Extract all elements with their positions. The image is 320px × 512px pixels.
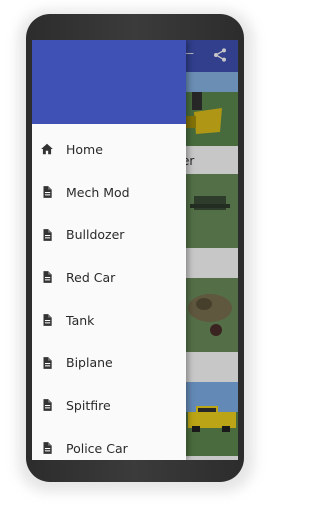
document-icon (43, 186, 52, 198)
document-icon (43, 399, 52, 412)
drawer-item-mech-mod[interactable]: Mech Mod (32, 171, 186, 214)
drawer-item-label: Mech Mod (66, 184, 130, 200)
drawer-item-police-car[interactable]: Police Car (32, 427, 186, 460)
document-icon (43, 356, 52, 369)
drawer-menu: Home Mech Mod Bulldozer Red Car Tank Bip… (32, 128, 186, 460)
drawer-item-label: Bulldozer (66, 227, 125, 243)
drawer-item-label: Spitfire (66, 397, 111, 413)
document-icon (43, 228, 52, 241)
drawer-item-biplane[interactable]: Biplane (32, 341, 186, 384)
drawer-item-spitfire[interactable]: Spitfire (32, 384, 186, 427)
drawer-item-bulldozer[interactable]: Bulldozer (32, 213, 186, 256)
app-screen: — er Home Mech Mod Bulldozer Red Car Tan… (32, 40, 238, 460)
document-icon (43, 314, 52, 326)
document-icon (43, 442, 52, 454)
home-icon (41, 144, 53, 155)
drawer-item-label: Tank (66, 312, 95, 328)
drawer-item-label: Biplane (66, 355, 113, 371)
navigation-drawer: Home Mech Mod Bulldozer Red Car Tank Bip… (32, 40, 186, 460)
drawer-item-label: Red Car (66, 269, 116, 285)
drawer-item-tank[interactable]: Tank (32, 299, 186, 342)
drawer-item-red-car[interactable]: Red Car (32, 256, 186, 299)
drawer-item-label: Home (66, 141, 103, 157)
drawer-item-home[interactable]: Home (32, 128, 186, 171)
document-icon (43, 271, 52, 284)
drawer-header (32, 40, 186, 124)
drawer-item-label: Police Car (66, 440, 128, 456)
